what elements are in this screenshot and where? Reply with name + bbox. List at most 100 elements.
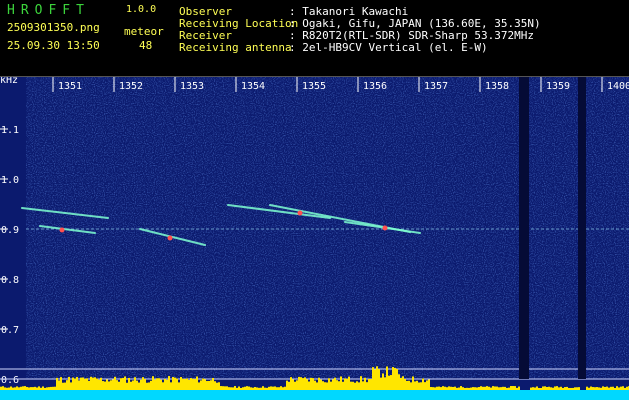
level-bar xyxy=(140,379,142,390)
level-bar xyxy=(444,386,446,390)
level-bar xyxy=(112,379,114,390)
level-bar xyxy=(114,376,116,390)
level-bar xyxy=(26,386,28,390)
app-name: HROFFT xyxy=(7,3,90,18)
level-bar xyxy=(198,382,200,390)
level-bar xyxy=(72,377,74,390)
level-bar xyxy=(336,380,338,390)
level-bar xyxy=(490,387,492,390)
level-bar xyxy=(412,376,414,390)
level-bar xyxy=(486,386,488,390)
level-bar xyxy=(480,386,482,390)
level-bar xyxy=(98,379,100,390)
level-bar xyxy=(382,373,384,390)
level-bar xyxy=(568,387,570,390)
level-bar xyxy=(258,387,260,390)
level-bar xyxy=(530,387,532,390)
level-bar xyxy=(52,386,54,390)
level-bar xyxy=(494,386,496,390)
level-bar xyxy=(450,386,452,390)
level-bar xyxy=(492,386,494,390)
level-bar xyxy=(350,381,352,390)
level-bar xyxy=(484,386,486,390)
data-gap xyxy=(519,77,529,379)
level-bar xyxy=(464,387,466,390)
level-bar xyxy=(70,382,72,390)
level-bar xyxy=(250,387,252,390)
level-bar xyxy=(132,380,134,390)
level-bar xyxy=(158,378,160,390)
level-bar xyxy=(104,381,106,390)
level-bar xyxy=(108,381,110,390)
level-bar xyxy=(232,387,234,390)
level-bar xyxy=(358,382,360,390)
level-bar xyxy=(76,377,78,390)
level-bar xyxy=(606,386,608,390)
level-bar xyxy=(286,380,288,390)
level-bar xyxy=(624,387,626,390)
level-bar xyxy=(174,377,176,390)
time-tick-label: 1400 xyxy=(607,81,629,92)
level-bar xyxy=(572,387,574,390)
level-bar xyxy=(106,379,108,390)
level-bar xyxy=(100,377,102,390)
level-bar xyxy=(50,386,52,390)
level-bar xyxy=(176,378,178,390)
level-bar xyxy=(316,382,318,390)
level-bar xyxy=(612,386,614,390)
level-bar xyxy=(88,380,90,390)
level-bar xyxy=(300,377,302,390)
level-bar xyxy=(334,377,336,390)
level-bar xyxy=(130,381,132,390)
level-bar xyxy=(532,387,534,390)
level-bar xyxy=(510,386,512,390)
level-bar xyxy=(618,387,620,390)
level-bar xyxy=(170,382,172,390)
level-bar xyxy=(546,386,548,390)
level-bar xyxy=(608,387,610,390)
level-bar xyxy=(564,387,566,390)
level-bar xyxy=(380,377,382,390)
antenna-label: Receiving antenna xyxy=(179,41,292,54)
level-bar xyxy=(578,387,580,390)
meteor-count: 48 xyxy=(139,39,153,52)
level-bar xyxy=(110,380,112,390)
level-bar xyxy=(96,378,98,390)
level-bar xyxy=(280,386,282,390)
level-bar xyxy=(24,386,26,390)
level-bar xyxy=(538,387,540,390)
level-bar xyxy=(2,386,4,390)
level-bar xyxy=(124,376,126,390)
level-bar xyxy=(312,378,314,390)
level-bar xyxy=(610,386,612,390)
level-bar xyxy=(306,379,308,390)
level-bar xyxy=(278,387,280,390)
level-bar xyxy=(404,379,406,390)
level-bar xyxy=(576,387,578,390)
level-bar xyxy=(200,380,202,390)
level-bar xyxy=(172,377,174,390)
level-bar xyxy=(398,374,400,390)
level-bar xyxy=(252,387,254,390)
level-bar xyxy=(238,386,240,390)
level-bar xyxy=(374,369,376,390)
level-bar xyxy=(418,382,420,390)
header-panel: HROFFT 1.0.0 2509301350.png meteor 25.09… xyxy=(0,0,629,76)
level-bar xyxy=(36,387,38,390)
time-tick-label: 1353 xyxy=(180,81,204,92)
level-bar xyxy=(570,387,572,390)
level-bar xyxy=(218,382,220,390)
level-bar xyxy=(406,380,408,390)
level-bar xyxy=(488,386,490,390)
level-bar xyxy=(502,386,504,390)
level-bar xyxy=(598,387,600,390)
level-bar xyxy=(230,387,232,390)
frequency-tick-label: 0.6 xyxy=(1,375,19,386)
level-bar xyxy=(512,386,514,390)
level-bar xyxy=(454,386,456,390)
level-bar xyxy=(236,387,238,390)
level-bar xyxy=(508,387,510,390)
level-bar xyxy=(588,387,590,390)
level-bar xyxy=(62,382,64,390)
level-bar xyxy=(224,386,226,390)
